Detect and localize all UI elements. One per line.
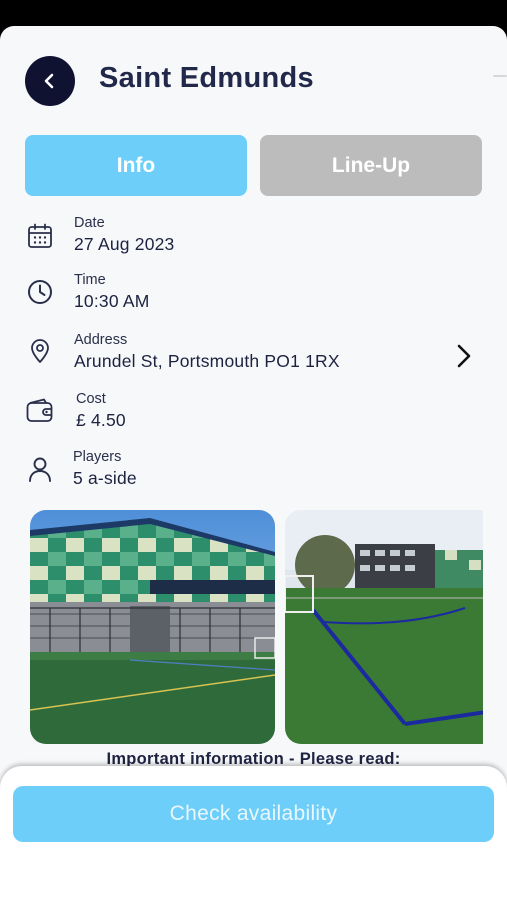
tab-line-up[interactable]: Line-Up — [260, 135, 482, 196]
detail-players: Players 5 a-side — [25, 449, 485, 497]
date-label: Date — [74, 215, 105, 231]
tab-info[interactable]: Info — [25, 135, 247, 196]
location-pin-icon — [25, 336, 55, 366]
address-label: Address — [74, 332, 128, 348]
screen: Saint Edmunds Info Line-Up Date 27 Aug 2… — [0, 0, 507, 906]
players-value: 5 a-side — [73, 468, 137, 488]
wallet-icon — [25, 396, 55, 426]
detail-address[interactable]: Address Arundel St, Portsmouth PO1 1RX — [25, 332, 485, 380]
players-label: Players — [73, 449, 122, 465]
back-button[interactable] — [25, 56, 75, 106]
cost-value: £ 4.50 — [76, 410, 126, 430]
check-availability-button[interactable]: Check availability — [13, 786, 494, 842]
chevron-right-icon[interactable] — [453, 342, 475, 370]
photo-gallery[interactable] — [30, 510, 483, 746]
time-value: 10:30 AM — [74, 291, 150, 311]
calendar-icon — [25, 221, 55, 251]
chevron-left-icon — [44, 73, 54, 89]
address-value: Arundel St, Portsmouth PO1 1RX — [74, 351, 340, 371]
detail-time: Time 10:30 AM — [25, 272, 485, 320]
astroturf-pitch-photo[interactable] — [285, 510, 483, 744]
page-title: Saint Edmunds — [99, 62, 314, 94]
date-value: 27 Aug 2023 — [74, 234, 175, 254]
sports-hall-exterior-photo[interactable] — [30, 510, 275, 744]
cost-label: Cost — [76, 391, 106, 407]
detail-date: Date 27 Aug 2023 — [25, 215, 485, 263]
clock-icon — [25, 277, 55, 307]
person-icon — [25, 454, 55, 484]
sheet-grip — [493, 75, 507, 77]
detail-cost: Cost £ 4.50 — [25, 391, 485, 439]
time-label: Time — [74, 272, 106, 288]
bottom-action-bar: Check availability — [0, 766, 507, 906]
